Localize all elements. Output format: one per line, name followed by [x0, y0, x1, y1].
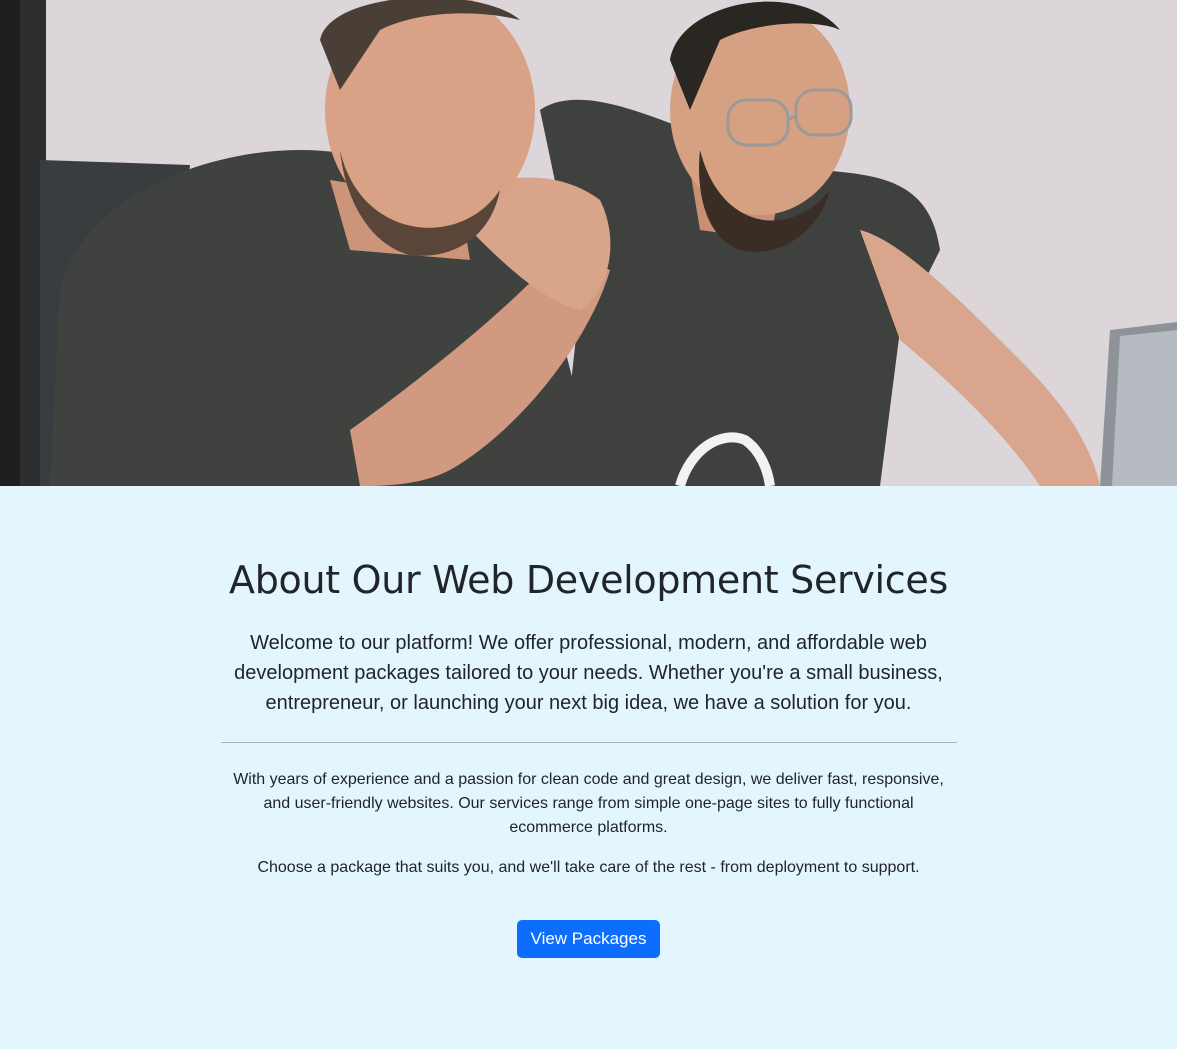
section-divider [220, 741, 957, 743]
page-title: About Our Web Development Services [229, 558, 948, 602]
package-paragraph: Choose a package that suits you, and we'… [257, 858, 920, 876]
experience-paragraph: With years of experience and a passion f… [233, 770, 944, 836]
view-packages-button[interactable]: View Packages [516, 919, 661, 958]
about-container: About Our Web Development Services Welco… [220, 486, 957, 958]
about-section: About Our Web Development Services Welco… [0, 486, 1177, 1049]
hero-image [0, 0, 1177, 486]
intro-lead-text: Welcome to our platform! We offer profes… [234, 631, 943, 714]
